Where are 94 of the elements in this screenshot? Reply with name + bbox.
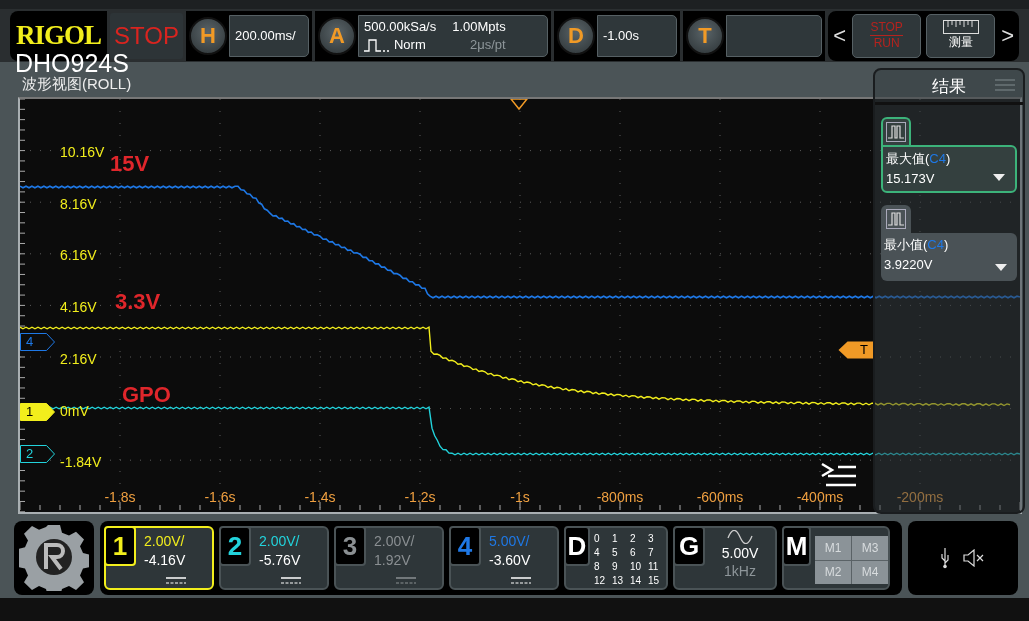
measurement-item[interactable]: 最小值(C4) 3.9220V xyxy=(881,233,1017,281)
generator-amplitude: 5.00V xyxy=(721,544,759,562)
sine-wave-icon xyxy=(727,530,753,544)
channel-number: 2 xyxy=(219,526,251,566)
vertical-offset: 1.92V xyxy=(374,551,412,570)
dc-coupling-icon xyxy=(396,577,416,584)
math-key: M xyxy=(782,526,811,566)
generator-frequency: 1kHz xyxy=(724,562,756,580)
memory-depth: 1.00Mpts xyxy=(452,17,506,36)
measure-tab[interactable] xyxy=(881,117,911,145)
acquire-mode: Norm xyxy=(393,35,426,54)
channel-card[interactable]: 4 5.00V/ -3.60V xyxy=(449,526,559,590)
time-label: -800ms xyxy=(596,489,644,505)
bit-label: 3 xyxy=(648,532,655,546)
channel-card[interactable]: 1 2.00V/ -4.16V xyxy=(104,526,214,590)
dc-coupling-icon xyxy=(511,577,531,584)
measure-button[interactable]: 测量 xyxy=(926,13,996,58)
bit-label: 13 xyxy=(612,574,625,588)
bit-label: 14 xyxy=(630,574,643,588)
bit-label: 6 xyxy=(630,546,637,560)
time-label: -600ms xyxy=(696,489,744,505)
dc-coupling-icon xyxy=(166,577,186,584)
measurement-value: 15.173V xyxy=(886,170,935,188)
vertical-scale: 2.00V/ xyxy=(374,532,416,551)
bit-label: 4 xyxy=(594,546,601,560)
channel-number: 1 xyxy=(104,526,136,566)
time-label: -1s xyxy=(510,489,530,505)
panel-title: 结果 xyxy=(932,75,966,98)
usb-icon xyxy=(940,547,950,569)
delay-value[interactable]: -1.00s xyxy=(596,14,677,57)
generator-key: G xyxy=(673,526,705,566)
channel-marker[interactable]: 2 xyxy=(20,445,56,463)
bit-label: 1 xyxy=(612,532,619,546)
dc-coupling-icon xyxy=(281,577,301,584)
vertical-scale: 5.00V/ xyxy=(489,532,531,551)
annotation-text: 3.3V xyxy=(115,289,161,315)
sample-rate: 500.00kSa/s xyxy=(363,17,437,36)
voltage-label: 2.16V xyxy=(60,350,97,367)
time-label: -1.8s xyxy=(104,489,136,505)
pulse-icon xyxy=(363,37,390,52)
voltage-label: 6.16V xyxy=(60,247,97,264)
bit-label: 9 xyxy=(612,560,619,574)
time-label: -400ms xyxy=(796,489,844,505)
trigger-field[interactable] xyxy=(725,14,823,57)
channel-card[interactable]: 2 2.00V/ -5.76V xyxy=(219,526,329,590)
bit-label: 0 xyxy=(594,532,601,546)
channel-marker[interactable]: 1 xyxy=(20,403,56,421)
trigger-level-marker[interactable]: T xyxy=(838,341,874,359)
vertical-offset: -3.60V xyxy=(489,551,532,570)
bit-label: 15 xyxy=(648,574,661,588)
digital-channel-card[interactable]: D 0 1 2 3 4 5 6 7 8 9 10 11 12 13 14 15 xyxy=(564,526,668,590)
channel-number: 4 xyxy=(449,526,481,566)
trigger-position-icon[interactable] xyxy=(509,99,529,111)
measure-tab[interactable] xyxy=(881,205,911,233)
bit-label: 10 xyxy=(630,560,643,574)
time-label: -1.4s xyxy=(304,489,336,505)
voltage-label: -1.84V xyxy=(60,454,102,471)
pulse-icon xyxy=(886,209,906,229)
bit-label: 8 xyxy=(594,560,601,574)
generator-card[interactable]: G 5.00V 1kHz xyxy=(673,526,777,590)
view-title: 波形视图(ROLL) xyxy=(22,75,132,94)
vertical-scale: 2.00V/ xyxy=(144,532,186,551)
channel-card[interactable]: 3 2.00V/ 1.92V xyxy=(334,526,444,590)
voltage-label: 8.16V xyxy=(60,195,97,212)
time-label: -1.6s xyxy=(204,489,236,505)
vertical-offset: -5.76V xyxy=(259,551,302,570)
vertical-offset: -4.16V xyxy=(144,551,187,570)
time-per-point: 2μs/pt xyxy=(469,35,506,54)
bit-label: 12 xyxy=(594,574,607,588)
measurement-label: 最大值(C4) xyxy=(886,150,952,168)
voltage-label: 10.16V xyxy=(60,144,105,160)
mute-icon[interactable] xyxy=(962,549,986,567)
time-label: -1.2s xyxy=(404,489,436,505)
timebase-scale[interactable]: 200.00ms/ xyxy=(228,14,309,57)
measurement-item[interactable]: 最大值(C4) 15.173V xyxy=(881,145,1017,193)
bit-label: 7 xyxy=(648,546,655,560)
channel-marker[interactable]: 4 xyxy=(20,333,56,351)
digital-key: D xyxy=(564,526,590,566)
gear-logo-icon[interactable] xyxy=(14,521,94,595)
voltage-label: 4.16V xyxy=(60,299,97,316)
pulse-icon xyxy=(886,122,906,142)
vertical-scale: 2.00V/ xyxy=(259,532,301,551)
measurement-label: 最小值(C4) xyxy=(884,236,950,254)
annotation-text: GPO xyxy=(122,382,171,408)
dropdown-icon[interactable] xyxy=(993,174,1005,181)
dropdown-icon[interactable] xyxy=(995,264,1007,271)
channel-number: 3 xyxy=(334,526,366,566)
bit-label: 5 xyxy=(612,546,619,560)
annotation-text: 15V xyxy=(110,151,150,177)
bit-label: 2 xyxy=(630,532,637,546)
bit-label: 11 xyxy=(648,560,660,574)
ruler-icon xyxy=(942,20,979,34)
measurement-value: 3.9220V xyxy=(884,256,933,274)
time-label: -200ms xyxy=(896,489,944,505)
